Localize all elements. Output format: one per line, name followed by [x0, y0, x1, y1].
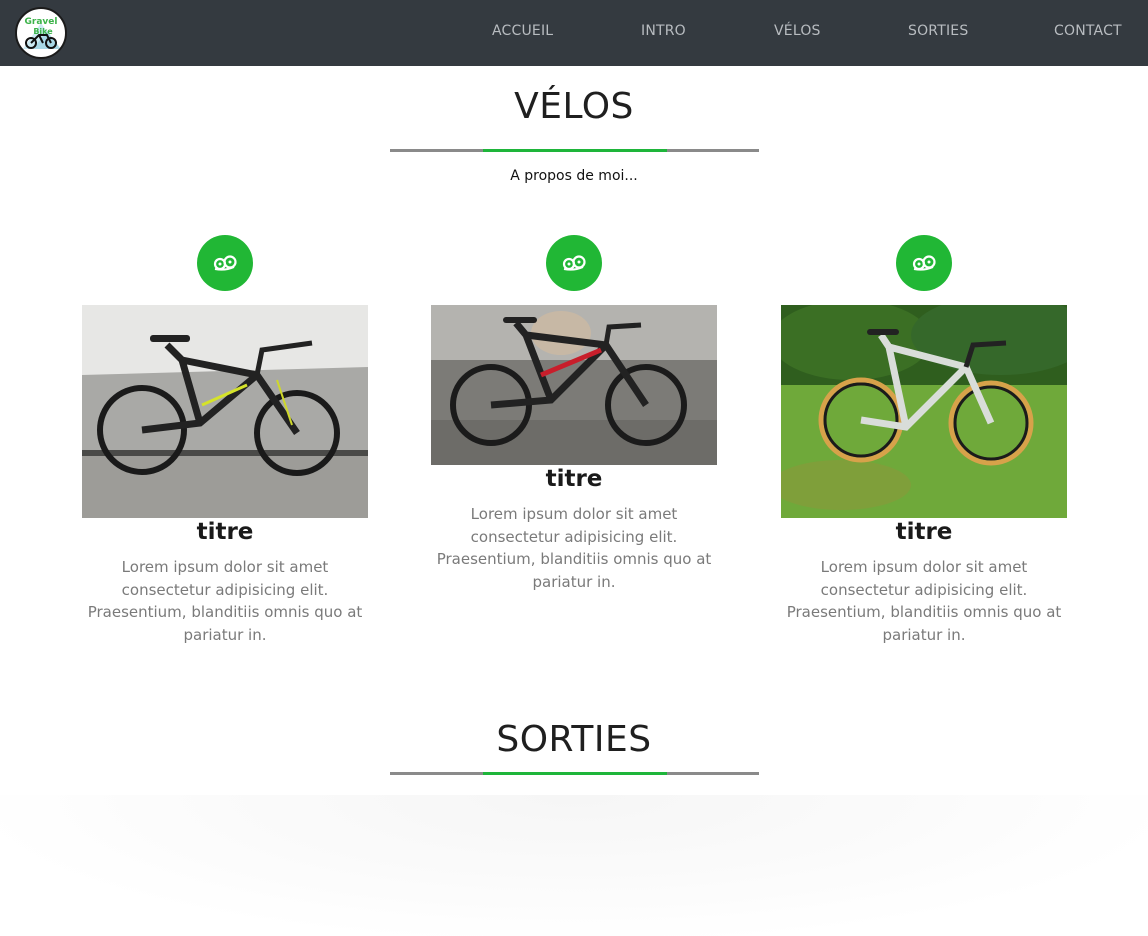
velos-title-divider	[390, 149, 759, 152]
bike-photo	[82, 305, 368, 518]
velos-section-title: VÉLOS	[514, 86, 634, 127]
nav-link-sorties[interactable]: SORTIES	[908, 23, 968, 39]
bike-gears-icon	[896, 235, 952, 291]
logo-icon: Gravel Bike	[18, 10, 64, 56]
divider-accent	[483, 149, 667, 152]
nav-link-contact[interactable]: CONTACT	[1054, 23, 1122, 39]
nav-link-accueil[interactable]: ACCUEIL	[492, 23, 553, 39]
card-text: Lorem ipsum dolor sit amet consectetur a…	[436, 505, 712, 591]
bike-gears-icon	[546, 235, 602, 291]
logo[interactable]: Gravel Bike	[15, 7, 67, 59]
nav-link-intro[interactable]: INTRO	[641, 23, 686, 39]
background-cloud	[0, 795, 1148, 936]
sorties-section-title: SORTIES	[496, 719, 652, 760]
card-title: titre	[545, 466, 603, 492]
card-title: titre	[895, 519, 953, 545]
card-text: Lorem ipsum dolor sit amet consectetur a…	[87, 558, 363, 644]
velos-subtitle: A propos de moi...	[510, 168, 638, 184]
sorties-title-divider	[390, 772, 759, 775]
bike-photo	[431, 305, 717, 465]
card-text: Lorem ipsum dolor sit amet consectetur a…	[786, 558, 1062, 644]
navbar: Gravel Bike ACCUEIL INTRO VÉLOS SORTIES …	[0, 0, 1148, 66]
divider-accent	[483, 772, 667, 775]
bike-photo	[781, 305, 1067, 518]
card-title: titre	[196, 519, 254, 545]
bike-gears-icon	[197, 235, 253, 291]
logo-text-top: Gravel	[25, 17, 58, 27]
nav-link-velos[interactable]: VÉLOS	[774, 23, 821, 39]
